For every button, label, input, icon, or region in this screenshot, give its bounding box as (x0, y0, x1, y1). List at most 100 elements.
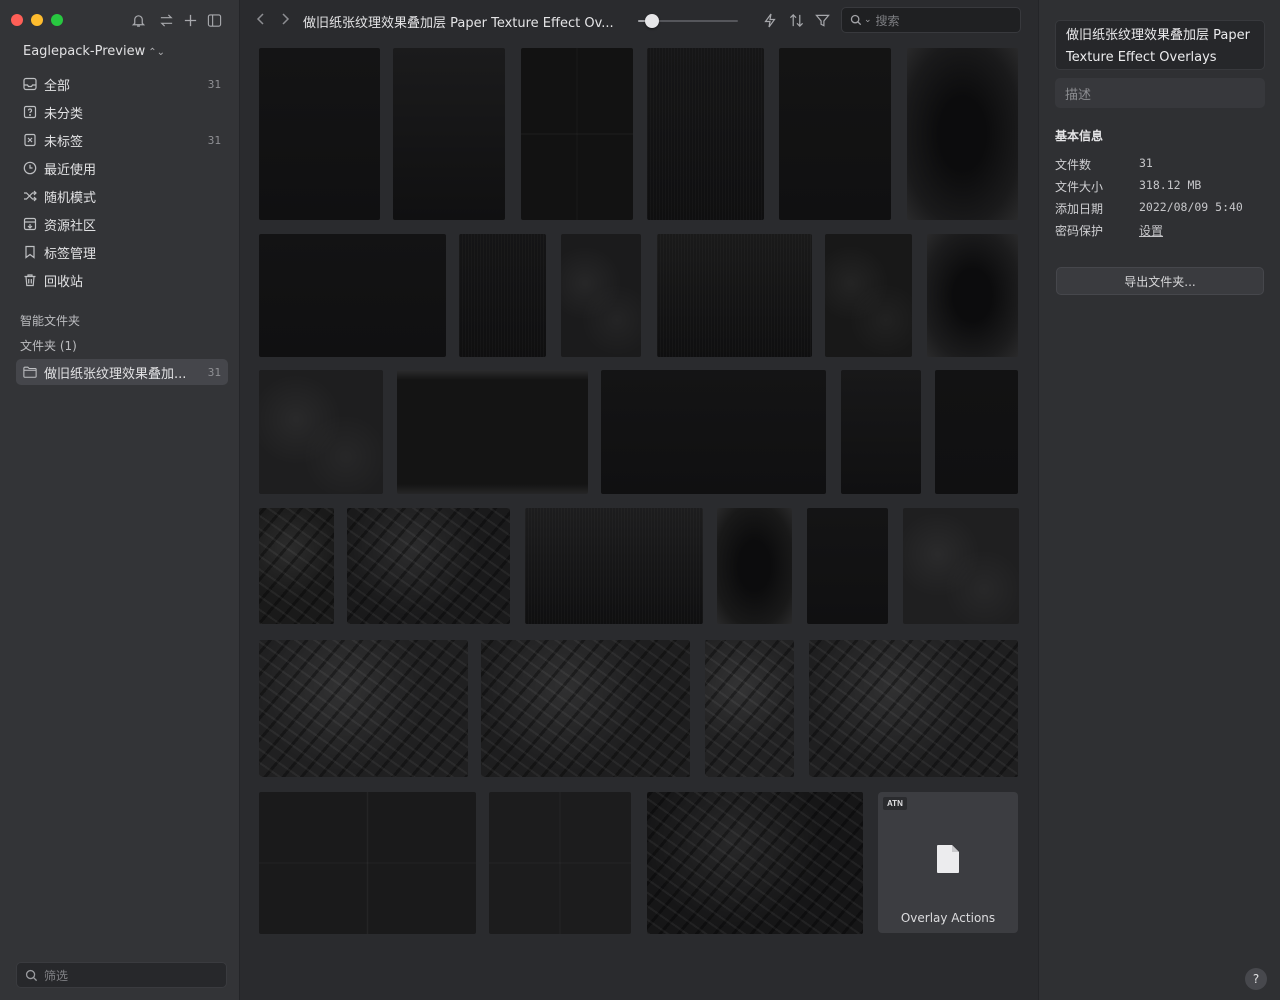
texture-thumbnail[interactable] (907, 48, 1018, 220)
filter-input[interactable]: 筛选 (16, 962, 227, 988)
texture-thumbnail[interactable] (779, 48, 891, 220)
texture-thumbnail[interactable] (601, 370, 826, 494)
search-input[interactable]: ⌄ 搜索 (841, 7, 1021, 33)
texture-thumbnail[interactable] (521, 48, 633, 220)
info-row-password: 密码保护 设置 (1055, 222, 1265, 239)
toolbar: 做旧纸张纹理效果叠加层 Paper Texture Effect Ov... ⌄… (240, 0, 1038, 42)
toggle-sidebar-icon[interactable] (205, 11, 223, 29)
info-value: 2022/08/09 5:40 (1139, 200, 1243, 214)
info-row-file-count: 文件数 31 (1055, 156, 1265, 173)
texture-thumbnail[interactable] (657, 234, 812, 357)
search-placeholder: 搜索 (875, 13, 900, 28)
sidebar: Eaglepack-Preview ⌃⌄ 全部 31 未分类 未标签 31 最近使… (0, 0, 240, 1000)
folder-item[interactable]: 做旧纸张纹理效果叠加... 31 (16, 359, 228, 385)
nav-count: 31 (207, 77, 221, 91)
basic-info-heading: 基本信息 (1055, 129, 1104, 143)
minimize-window-button[interactable] (31, 14, 43, 26)
info-key: 添加日期 (1055, 202, 1104, 216)
folder-title: 做旧纸张纹理效果叠加层 Paper Texture Effect Ov... (303, 16, 614, 31)
inspector-panel: 做旧纸张纹理效果叠加层 Paper Texture Effect Overlay… (1038, 0, 1280, 1000)
search-icon (850, 14, 862, 26)
back-arrow-icon[interactable] (256, 12, 266, 30)
texture-thumbnail[interactable] (347, 508, 510, 624)
atn-file-card[interactable]: ATN Overlay Actions (878, 792, 1018, 933)
texture-thumbnail[interactable] (259, 792, 476, 934)
export-folder-button[interactable]: 导出文件夹... (1056, 267, 1264, 295)
texture-thumbnail[interactable] (525, 508, 703, 624)
texture-thumbnail[interactable] (397, 370, 588, 494)
smart-folders-heading[interactable]: 智能文件夹 (20, 312, 80, 329)
nav-trash[interactable]: 回收站 (16, 267, 228, 293)
info-key: 文件数 (1055, 158, 1092, 172)
search-icon (25, 969, 38, 982)
texture-thumbnail[interactable] (393, 48, 505, 220)
nav-label: 全部 (44, 78, 71, 94)
nav-uncategorized[interactable]: 未分类 (16, 99, 228, 125)
folder-count: 31 (207, 365, 221, 379)
texture-thumbnail[interactable] (259, 508, 334, 624)
texture-thumbnail[interactable] (809, 640, 1018, 777)
chevron-down-icon[interactable]: ⌄ (864, 15, 872, 25)
texture-thumbnail[interactable] (561, 234, 641, 357)
community-icon (23, 217, 37, 231)
info-key: 文件大小 (1055, 180, 1104, 194)
texture-thumbnail[interactable] (259, 640, 468, 777)
texture-thumbnail[interactable] (259, 370, 383, 494)
texture-thumbnail[interactable] (841, 370, 921, 494)
library-name: Eaglepack-Preview (23, 44, 146, 59)
texture-thumbnail[interactable] (717, 508, 792, 624)
nav-label: 未分类 (44, 106, 84, 122)
filter-funnel-icon[interactable] (814, 12, 830, 28)
nav-label: 回收站 (44, 274, 84, 290)
lightning-icon[interactable] (762, 12, 778, 28)
nav-random[interactable]: 随机模式 (16, 183, 228, 209)
nav-label: 随机模式 (44, 190, 97, 206)
texture-thumbnail[interactable] (935, 370, 1018, 494)
zoom-slider-knob[interactable] (645, 14, 659, 28)
nav-label: 资源社区 (44, 218, 97, 234)
zoom-window-button[interactable] (51, 14, 63, 26)
nav-untagged[interactable]: 未标签 31 (16, 127, 228, 153)
nav-tag-manager[interactable]: 标签管理 (16, 239, 228, 265)
texture-thumbnail[interactable] (489, 792, 631, 934)
texture-thumbnail[interactable] (259, 48, 380, 220)
bell-icon[interactable] (129, 11, 147, 29)
texture-thumbnail[interactable] (705, 640, 794, 777)
texture-thumbnail[interactable] (459, 234, 546, 357)
info-row-date-added: 添加日期 2022/08/09 5:40 (1055, 200, 1265, 217)
folder-name-field[interactable]: 做旧纸张纹理效果叠加层 Paper Texture Effect Overlay… (1055, 20, 1265, 70)
description-field[interactable]: 描述 (1055, 78, 1265, 108)
sort-icon[interactable] (788, 12, 804, 28)
sync-arrows-icon[interactable] (157, 11, 175, 29)
image-grid: ATN Overlay Actions (240, 42, 1038, 1000)
texture-thumbnail[interactable] (647, 48, 764, 220)
folder-icon (23, 365, 37, 379)
info-value: 318.12 MB (1139, 178, 1202, 192)
document-icon (936, 844, 960, 878)
help-button[interactable]: ? (1245, 968, 1267, 990)
folders-heading[interactable]: 文件夹 (1) (20, 337, 77, 354)
nav-community[interactable]: 资源社区 (16, 211, 228, 237)
add-icon[interactable] (181, 11, 199, 29)
texture-thumbnail[interactable] (927, 234, 1018, 357)
nav-label: 未标签 (44, 134, 84, 150)
password-setup-link[interactable]: 设置 (1139, 222, 1163, 239)
texture-thumbnail[interactable] (825, 234, 912, 357)
texture-thumbnail[interactable] (903, 508, 1019, 624)
trash-icon (23, 273, 37, 287)
texture-thumbnail[interactable] (807, 508, 888, 624)
texture-thumbnail[interactable] (481, 640, 690, 777)
filter-placeholder: 筛选 (44, 968, 69, 983)
close-window-button[interactable] (11, 14, 23, 26)
folder-label: 做旧纸张纹理效果叠加... (44, 366, 187, 382)
atn-file-label: Overlay Actions (900, 911, 996, 925)
untagged-icon (23, 133, 37, 147)
file-type-badge: ATN (883, 797, 907, 810)
forward-arrow-icon[interactable] (280, 12, 290, 30)
library-switcher[interactable]: Eaglepack-Preview ⌃⌄ (23, 44, 165, 59)
texture-thumbnail[interactable] (647, 792, 863, 934)
nav-all[interactable]: 全部 31 (16, 71, 228, 97)
info-row-file-size: 文件大小 318.12 MB (1055, 178, 1265, 195)
texture-thumbnail[interactable] (259, 234, 446, 357)
nav-recent[interactable]: 最近使用 (16, 155, 228, 181)
